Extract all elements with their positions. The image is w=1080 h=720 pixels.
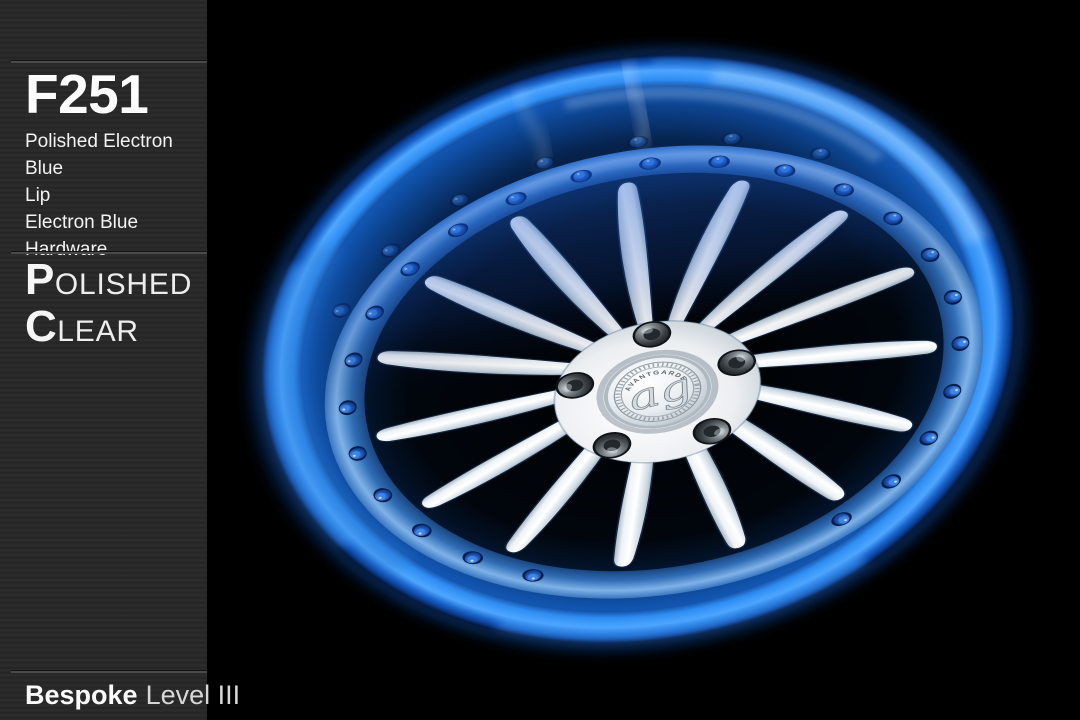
wheel-photo: AVANTGARDE ag — [0, 0, 1080, 720]
page: F251 Polished Electron Blue Lip Electron… — [0, 0, 1080, 720]
